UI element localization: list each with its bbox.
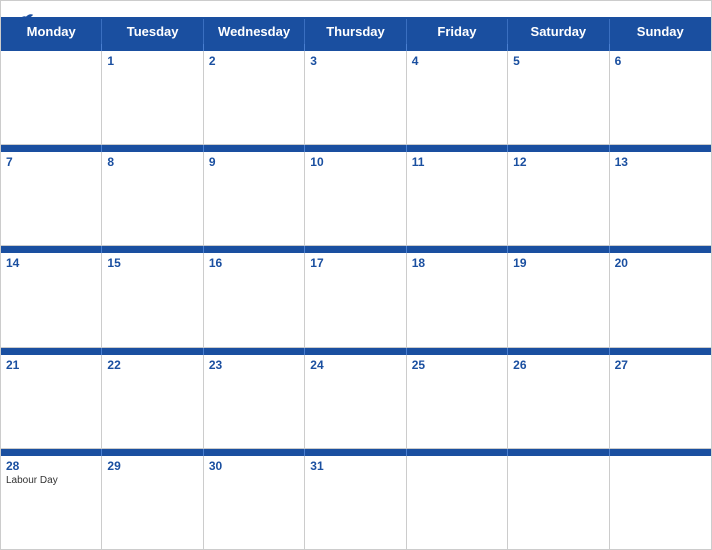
day-header-sunday: Sunday <box>610 19 711 44</box>
day-header-friday: Friday <box>407 19 508 44</box>
day-number: 25 <box>412 358 502 372</box>
day-cell: 10 <box>305 152 406 245</box>
logo-bird-icon <box>17 11 35 25</box>
day-cell: 17 <box>305 253 406 346</box>
week-strip-4 <box>1 449 711 456</box>
day-number: 19 <box>513 256 603 270</box>
day-number: 13 <box>615 155 706 169</box>
day-cell <box>610 456 711 549</box>
day-number: 27 <box>615 358 706 372</box>
day-cell: 26 <box>508 355 609 448</box>
day-number: 24 <box>310 358 400 372</box>
day-number: 26 <box>513 358 603 372</box>
day-cell: 16 <box>204 253 305 346</box>
week-strip-1 <box>1 145 711 152</box>
day-cell: 2 <box>204 51 305 144</box>
weeks-container: 1234567891011121314151617181920212223242… <box>1 44 711 549</box>
day-cell: 4 <box>407 51 508 144</box>
day-cell: 8 <box>102 152 203 245</box>
day-cell: 18 <box>407 253 508 346</box>
day-cell: 27 <box>610 355 711 448</box>
day-number: 28 <box>6 459 96 473</box>
day-cell: 25 <box>407 355 508 448</box>
logo-blue-area <box>17 11 37 25</box>
day-cell: 15 <box>102 253 203 346</box>
calendar: MondayTuesdayWednesdayThursdayFridaySatu… <box>0 0 712 550</box>
day-cell: 21 <box>1 355 102 448</box>
day-cell: 30 <box>204 456 305 549</box>
day-cell: 28 Labour Day <box>1 456 102 549</box>
day-number: 10 <box>310 155 400 169</box>
day-number: 17 <box>310 256 400 270</box>
day-number: 22 <box>107 358 197 372</box>
week-strip-0 <box>1 44 711 51</box>
day-cell: 1 <box>102 51 203 144</box>
day-number: 15 <box>107 256 197 270</box>
day-number: 29 <box>107 459 197 473</box>
day-number: 11 <box>412 155 502 169</box>
day-cell <box>508 456 609 549</box>
week-strip-2 <box>1 246 711 253</box>
day-cell: 24 <box>305 355 406 448</box>
day-cell: 11 <box>407 152 508 245</box>
calendar-grid: MondayTuesdayWednesdayThursdayFridaySatu… <box>1 17 711 549</box>
day-cell: 3 <box>305 51 406 144</box>
day-number: 5 <box>513 54 603 68</box>
day-number: 14 <box>6 256 96 270</box>
day-cell: 14 <box>1 253 102 346</box>
week-row-4: 28 Labour Day 29 30 31 <box>1 456 711 549</box>
day-cell: 7 <box>1 152 102 245</box>
week-strip-3 <box>1 348 711 355</box>
day-cell: 13 <box>610 152 711 245</box>
day-header-saturday: Saturday <box>508 19 609 44</box>
day-number: 12 <box>513 155 603 169</box>
day-cell <box>1 51 102 144</box>
day-cell: 19 <box>508 253 609 346</box>
day-number: 4 <box>412 54 502 68</box>
day-number: 1 <box>107 54 197 68</box>
day-number: 30 <box>209 459 299 473</box>
day-number: 6 <box>615 54 706 68</box>
day-cell: 23 <box>204 355 305 448</box>
day-cell: 22 <box>102 355 203 448</box>
day-cell: 29 <box>102 456 203 549</box>
day-number: 23 <box>209 358 299 372</box>
day-cell: 20 <box>610 253 711 346</box>
week-row-3: 21 22 23 24 25 26 27 <box>1 355 711 449</box>
day-number: 3 <box>310 54 400 68</box>
day-cell: 9 <box>204 152 305 245</box>
day-cell: 31 <box>305 456 406 549</box>
week-row-1: 789 10 11 12 13 <box>1 152 711 246</box>
holiday-label: Labour Day <box>6 475 96 486</box>
day-number: 2 <box>209 54 299 68</box>
day-cell <box>407 456 508 549</box>
day-header-thursday: Thursday <box>305 19 406 44</box>
week-row-2: 14 15 16 17 18 19 20 <box>1 253 711 347</box>
day-number: 18 <box>412 256 502 270</box>
logo <box>17 11 37 25</box>
day-cell: 5 <box>508 51 609 144</box>
day-header-tuesday: Tuesday <box>102 19 203 44</box>
day-headers-row: MondayTuesdayWednesdayThursdayFridaySatu… <box>1 19 711 44</box>
day-number: 7 <box>6 155 96 169</box>
day-number: 9 <box>209 155 299 169</box>
calendar-header <box>1 1 711 17</box>
day-header-wednesday: Wednesday <box>204 19 305 44</box>
day-number: 8 <box>107 155 197 169</box>
week-row-0: 123456 <box>1 51 711 145</box>
day-number: 16 <box>209 256 299 270</box>
day-number: 31 <box>310 459 400 473</box>
day-number: 21 <box>6 358 96 372</box>
day-cell: 12 <box>508 152 609 245</box>
day-cell: 6 <box>610 51 711 144</box>
day-number: 20 <box>615 256 706 270</box>
